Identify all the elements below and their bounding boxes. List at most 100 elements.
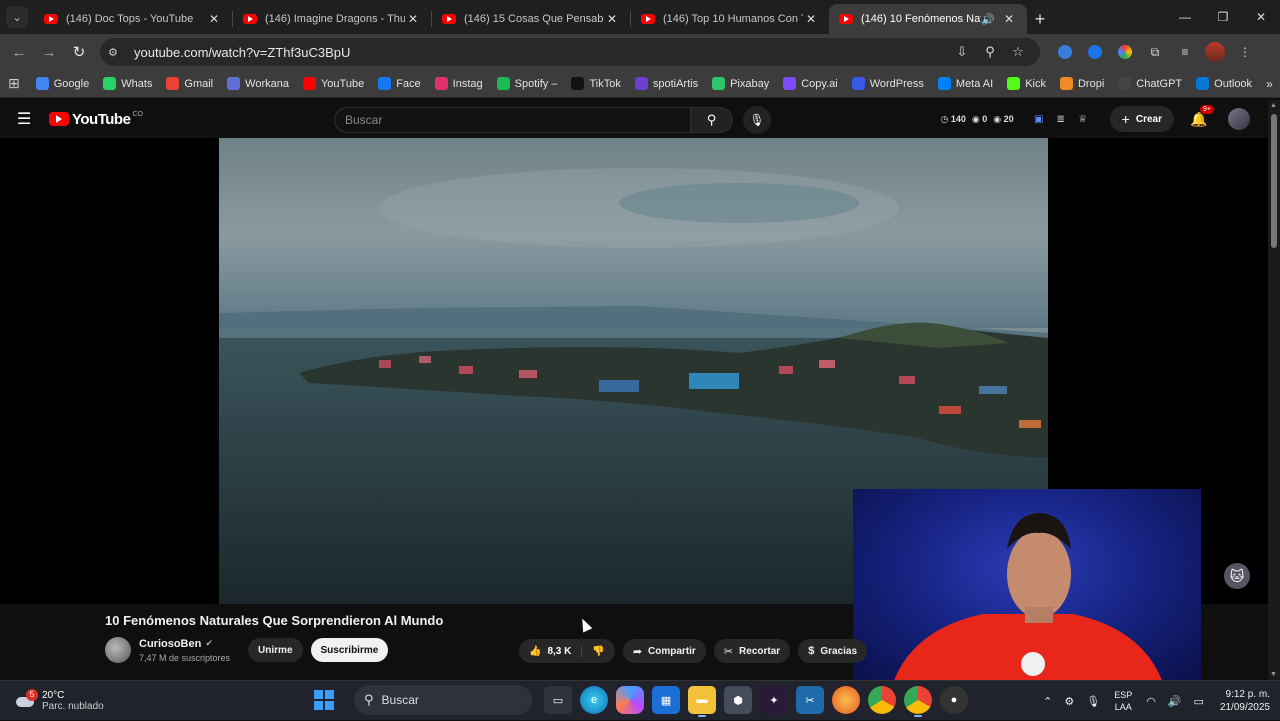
bookmark-item[interactable]: Face: [378, 77, 421, 90]
bookmark-item[interactable]: Outlook: [1196, 77, 1252, 90]
channel-name-container[interactable]: CuriosoBen ✔: [139, 638, 230, 650]
youtube-logo[interactable]: YouTube CO: [49, 111, 143, 128]
share-button[interactable]: ➦ Compartir: [622, 639, 706, 663]
bookmark-item[interactable]: Pixabay: [712, 77, 769, 90]
bookmark-item[interactable]: Workana: [227, 77, 289, 90]
extension-blue-square-icon[interactable]: ▣: [1030, 114, 1048, 125]
start-windows-icon[interactable]: [314, 690, 334, 710]
microsoft-store-icon[interactable]: ▦: [652, 686, 680, 714]
search-button[interactable]: ⚲: [691, 107, 733, 133]
app-star-icon[interactable]: ✦: [760, 686, 788, 714]
scrollbar-thumb[interactable]: [1271, 114, 1277, 248]
bookmark-item[interactable]: spotiArtis: [634, 77, 698, 90]
create-button[interactable]: + Crear: [1109, 106, 1174, 132]
back-button[interactable]: ←: [4, 37, 34, 67]
restore-icon[interactable]: ❐: [1204, 0, 1242, 34]
show-hidden-icons-chevron-icon[interactable]: ⌃: [1043, 695, 1052, 708]
reload-button[interactable]: ↻: [64, 37, 94, 67]
channel-name[interactable]: CuriosoBen: [139, 638, 201, 650]
volume-icon[interactable]: 🔊: [1168, 695, 1182, 708]
close-tab-icon[interactable]: ✕: [405, 12, 421, 26]
close-tab-icon[interactable]: ✕: [206, 12, 222, 26]
speaker-icon[interactable]: 🔊: [981, 13, 995, 26]
chrome-icon[interactable]: [868, 686, 896, 714]
url-text[interactable]: youtube.com/watch?v=ZThf3uC3BpU: [134, 45, 948, 60]
firefox-icon[interactable]: [832, 686, 860, 714]
browser-tab[interactable]: (146) Top 10 Humanos Con Talentos ✕: [631, 4, 829, 34]
bookmark-item[interactable]: Google: [35, 77, 89, 90]
like-button[interactable]: 👍 8,3 K: [519, 645, 583, 657]
extension-color-icon[interactable]: [1110, 37, 1140, 67]
language-indicator[interactable]: ESP LAA: [1114, 689, 1132, 713]
edge-browser-icon[interactable]: e: [580, 686, 608, 714]
zoom-icon[interactable]: ⚲: [976, 44, 1004, 60]
bookmark-item[interactable]: Meta AI: [937, 77, 993, 90]
transcript-icon[interactable]: ≣: [1052, 114, 1070, 125]
wifi-icon[interactable]: ◠: [1146, 695, 1156, 708]
thanks-button[interactable]: $ Gracias: [798, 639, 868, 663]
trophy-icon[interactable]: ♕: [1074, 114, 1092, 125]
app-hexagon-icon[interactable]: ⬢: [724, 686, 752, 714]
bookmark-item[interactable]: Whats: [103, 77, 152, 90]
channel-avatar[interactable]: [105, 637, 131, 663]
microphone-tray-icon[interactable]: 🎙: [1086, 695, 1100, 708]
bookmark-item[interactable]: Instag: [434, 77, 483, 90]
bookmark-item[interactable]: Dropi: [1059, 77, 1104, 90]
join-button[interactable]: Unirme: [248, 638, 303, 662]
new-tab-button[interactable]: +: [1027, 6, 1053, 32]
weather-widget[interactable]: 5 20°C Parc. nublado: [14, 688, 214, 712]
bookmark-item[interactable]: ChatGPT: [1118, 77, 1182, 90]
file-explorer-icon[interactable]: ▬: [688, 686, 716, 717]
extension-stats[interactable]: ◷ 140 ◉ 0 ◉ 20: [941, 114, 1020, 125]
forward-button[interactable]: →: [34, 37, 64, 67]
voice-search-button[interactable]: 🎙: [743, 106, 771, 134]
bookmark-item[interactable]: YouTube: [302, 77, 364, 90]
account-avatar[interactable]: [1228, 108, 1250, 130]
bookmark-item[interactable]: TikTok: [571, 77, 621, 90]
extension-blue-icon[interactable]: [1080, 37, 1110, 67]
task-view-icon[interactable]: ▭: [544, 686, 572, 714]
scroll-up-icon[interactable]: ▲: [1270, 102, 1277, 109]
extensions-puzzle-icon[interactable]: ⧉: [1140, 37, 1170, 67]
chrome-profile-icon[interactable]: [904, 686, 932, 717]
close-tab-icon[interactable]: ✕: [1001, 12, 1017, 26]
minimize-icon[interactable]: —: [1166, 0, 1204, 34]
media-control-icon[interactable]: ≡: [1170, 37, 1200, 67]
close-tab-icon[interactable]: ✕: [803, 12, 819, 26]
bookmark-item[interactable]: Spotify –: [496, 77, 557, 90]
close-tab-icon[interactable]: ✕: [604, 12, 620, 26]
floating-cat-avatar-icon[interactable]: 🐱: [1224, 563, 1250, 589]
address-bar[interactable]: ⚙ youtube.com/watch?v=ZThf3uC3BpU ⇩ ⚲ ☆: [100, 38, 1040, 66]
dislike-button[interactable]: 👎: [582, 646, 614, 657]
tray-app-icon[interactable]: ⚙: [1064, 695, 1074, 708]
copilot-icon[interactable]: [616, 686, 644, 714]
notifications-button[interactable]: 🔔 9+: [1190, 104, 1214, 128]
subscribe-button[interactable]: Suscribirme: [310, 638, 389, 662]
site-info-icon[interactable]: ⚙: [108, 46, 126, 59]
bookmark-item[interactable]: Copy.ai: [783, 77, 838, 90]
bookmark-star-icon[interactable]: ☆: [1004, 44, 1032, 60]
browser-tab-active[interactable]: (146) 10 Fenómenos Naturales 🔊 ✕: [829, 4, 1027, 34]
close-window-icon[interactable]: ✕: [1242, 0, 1280, 34]
snipping-tool-icon[interactable]: ✂: [796, 686, 824, 714]
browser-tab[interactable]: (146) Imagine Dragons - Thunder ✕: [233, 4, 431, 34]
browser-tab[interactable]: (146) Doc Tops - YouTube ✕: [34, 4, 232, 34]
clip-button[interactable]: ✂ Recortar: [713, 639, 791, 663]
page-scrollbar[interactable]: ▲ ▼: [1268, 100, 1280, 680]
install-app-icon[interactable]: ⇩: [948, 44, 976, 60]
browser-tab[interactable]: (146) 15 Cosas Que Pensabas Que ✕: [432, 4, 630, 34]
taskbar-clock[interactable]: 9:12 p. m. 21/09/2025: [1220, 688, 1270, 714]
menu-icon[interactable]: ☰: [17, 109, 37, 129]
scroll-down-icon[interactable]: ▼: [1270, 671, 1277, 678]
search-input[interactable]: Buscar: [334, 107, 691, 133]
extension-tag-icon[interactable]: [1050, 37, 1080, 67]
tab-search-button[interactable]: ⌄: [6, 6, 28, 28]
bookmark-item[interactable]: WordPress: [851, 77, 924, 90]
taskbar-search[interactable]: ⚲ Buscar: [354, 685, 532, 715]
more-menu-icon[interactable]: ⋮: [1230, 37, 1260, 67]
apps-grid-icon[interactable]: ⊞: [8, 75, 20, 92]
bookmark-item[interactable]: Kick: [1007, 77, 1046, 90]
profile-avatar[interactable]: [1200, 37, 1230, 67]
battery-icon[interactable]: ▭: [1194, 695, 1204, 708]
more-bookmarks-icon[interactable]: »: [1266, 77, 1273, 91]
